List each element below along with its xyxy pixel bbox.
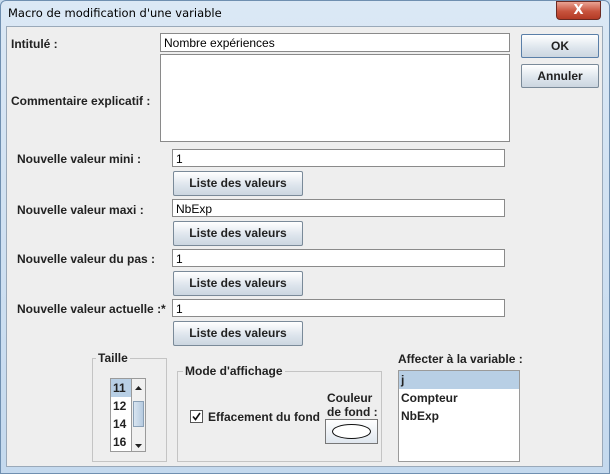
intitule-label: Intitulé : (11, 37, 58, 51)
affecter-item-j[interactable]: j (399, 371, 519, 389)
maxi-liste-valeurs-button[interactable]: Liste des valeurs (173, 221, 303, 246)
affecter-item-nbexp[interactable]: NbExp (399, 407, 519, 425)
checkbox-checked-icon[interactable] (190, 410, 203, 423)
effacement-fond-label[interactable]: Effacement du fond (208, 410, 320, 424)
window-title: Macro de modification d'une variable (8, 6, 222, 20)
mini-input[interactable]: 1 (172, 149, 505, 167)
ellipse-swatch-icon (332, 424, 371, 439)
cancel-button[interactable]: Annuler (521, 64, 599, 88)
close-button[interactable]: X (556, 1, 601, 20)
pas-input[interactable]: 1 (172, 249, 505, 267)
actuelle-label: Nouvelle valeur actuelle :* (17, 302, 166, 316)
affecter-label: Affecter à la variable : (398, 352, 523, 366)
maxi-label: Nouvelle valeur maxi : (17, 203, 144, 217)
actuelle-liste-valeurs-button[interactable]: Liste des valeurs (173, 321, 303, 346)
taille-legend: Taille (96, 351, 130, 365)
actuelle-input[interactable]: 1 (172, 299, 505, 317)
affecter-list[interactable]: j Compteur NbExp (398, 370, 520, 462)
commentaire-textarea[interactable] (160, 54, 510, 142)
arrow-down-icon[interactable] (133, 437, 144, 450)
commentaire-label: Commentaire explicatif : (11, 94, 151, 108)
mini-label: Nouvelle valeur mini : (17, 152, 142, 166)
mode-affichage-legend: Mode d'affichage (183, 364, 285, 378)
couleur-fond-button[interactable] (325, 419, 378, 444)
ok-button[interactable]: OK (521, 34, 599, 58)
couleur-label-line2: de fond : (327, 405, 378, 419)
taille-scrollbar[interactable] (131, 378, 146, 452)
scroll-thumb[interactable] (133, 401, 144, 427)
pas-liste-valeurs-button[interactable]: Liste des valeurs (173, 271, 303, 296)
arrow-up-icon[interactable] (133, 380, 144, 393)
mini-liste-valeurs-button[interactable]: Liste des valeurs (173, 171, 303, 196)
pas-label: Nouvelle valeur du pas : (17, 252, 156, 266)
maxi-input[interactable]: NbExp (172, 199, 505, 217)
couleur-label-line1: Couleur (327, 391, 373, 405)
affecter-item-compteur[interactable]: Compteur (399, 389, 519, 407)
close-icon: X (573, 3, 584, 18)
intitule-input[interactable]: Nombre expériences (160, 33, 510, 52)
